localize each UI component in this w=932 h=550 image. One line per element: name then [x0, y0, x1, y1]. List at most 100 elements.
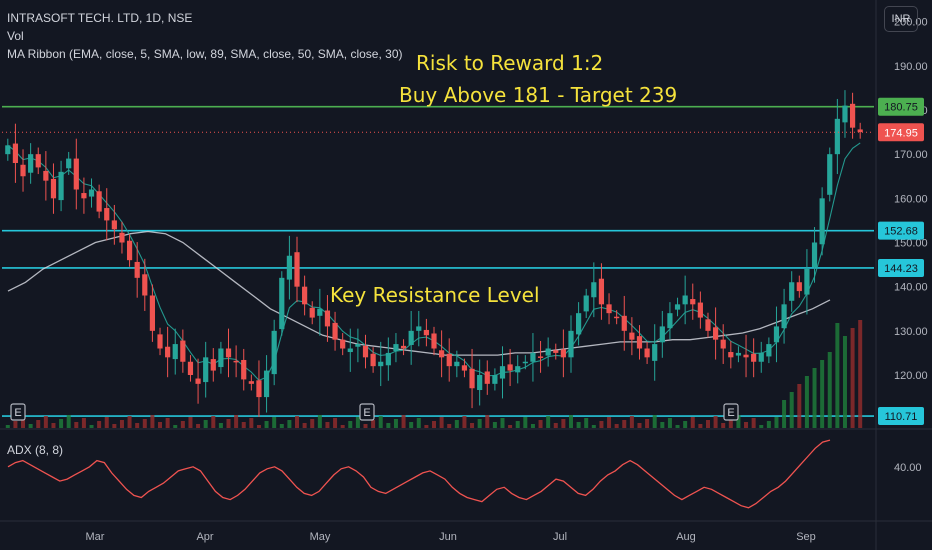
candle-body	[225, 348, 232, 358]
candle-body	[598, 278, 605, 305]
volume-bar	[249, 418, 254, 428]
volume-bar	[310, 419, 315, 428]
volume-bar	[599, 421, 604, 428]
candle	[682, 275, 688, 325]
volume-bar	[97, 421, 102, 428]
volume-bar	[173, 425, 178, 428]
candle-body	[187, 361, 194, 375]
volume-bar	[272, 417, 277, 428]
candle	[652, 324, 658, 381]
candle	[172, 328, 178, 375]
volume-bar	[317, 415, 322, 428]
candle-body	[104, 208, 110, 221]
volume-bar	[584, 418, 589, 428]
candle	[751, 338, 757, 378]
price-tick-label: 190.00	[894, 61, 928, 73]
time-tick-label: Jul	[553, 531, 567, 543]
candle-body	[142, 274, 148, 296]
candle	[728, 340, 734, 369]
volume-bar	[66, 415, 71, 428]
time-tick-label: Aug	[676, 531, 696, 543]
candle-body	[431, 333, 437, 349]
candle	[12, 123, 19, 183]
candle-body	[81, 193, 87, 199]
candle	[340, 333, 346, 356]
candle	[408, 310, 414, 365]
candle	[241, 348, 247, 391]
volume-bar	[150, 415, 155, 428]
volume-bar	[667, 418, 672, 428]
price-tick-label: 160.00	[894, 193, 928, 205]
candle-body	[43, 170, 49, 181]
volume-bar	[348, 421, 353, 428]
candle	[811, 227, 818, 283]
volume-bar	[485, 415, 490, 428]
candle	[279, 271, 285, 336]
volume-bar	[325, 422, 330, 428]
candle-body	[652, 344, 658, 361]
candle-body	[621, 315, 627, 331]
candle-body	[119, 232, 125, 243]
candle	[492, 368, 498, 391]
candle	[720, 324, 726, 364]
volume-bar	[279, 424, 284, 428]
candle-body	[484, 371, 490, 384]
candle	[248, 374, 254, 391]
candle-body	[819, 198, 825, 245]
candle	[195, 358, 201, 404]
candle-body	[743, 354, 749, 358]
candle-body	[849, 103, 856, 128]
candle	[317, 288, 323, 336]
volume-bar	[683, 421, 688, 428]
candle-body	[469, 368, 475, 389]
candle-body	[583, 295, 589, 312]
candle	[256, 360, 262, 417]
volume-label: Vol	[7, 29, 24, 43]
volume-bar	[675, 425, 680, 428]
volume-bar	[409, 422, 414, 428]
candle	[735, 346, 742, 363]
candle-body	[134, 261, 140, 278]
candle-body	[492, 375, 498, 384]
candle	[674, 297, 681, 317]
symbol-title: INTRASOFT TECH. LTD, 1D, NSE	[7, 11, 193, 25]
candle	[553, 343, 559, 360]
candle	[210, 348, 216, 382]
candle	[629, 317, 635, 356]
candle-body	[73, 158, 79, 190]
volume-bar	[333, 418, 338, 428]
volume-bar	[119, 420, 124, 428]
candle-body	[370, 353, 376, 367]
candle	[827, 147, 833, 202]
adx-tick-label: 40.00	[894, 462, 922, 474]
candle-body	[576, 313, 582, 335]
candle-body	[553, 350, 559, 353]
candle-body	[423, 329, 429, 336]
candle-body	[157, 334, 163, 349]
candle-body	[340, 339, 346, 349]
candle	[834, 98, 840, 175]
volume-bar	[508, 425, 513, 428]
candle	[537, 340, 544, 373]
candle-body	[126, 240, 133, 261]
candle-body	[804, 269, 810, 295]
candle	[400, 339, 407, 356]
candle-body	[393, 344, 399, 352]
volume-bar	[660, 422, 665, 428]
candle	[545, 337, 551, 367]
ma-ribbon-label: MA Ribbon (EMA, close, 5, SMA, low, 89, …	[7, 47, 403, 61]
volume-bar	[142, 419, 147, 428]
candle-body	[712, 327, 719, 340]
candle	[606, 293, 612, 325]
volume-bar	[51, 423, 56, 428]
candle	[96, 184, 102, 219]
volume-bar	[439, 417, 444, 428]
candle-body	[842, 105, 848, 123]
volume-bar	[218, 423, 223, 428]
candle-body	[5, 145, 11, 155]
candle-body	[111, 220, 117, 230]
currency-button[interactable]: INR	[884, 6, 918, 32]
candle-body	[644, 348, 650, 358]
volume-bar	[112, 424, 117, 428]
candles	[5, 90, 863, 417]
